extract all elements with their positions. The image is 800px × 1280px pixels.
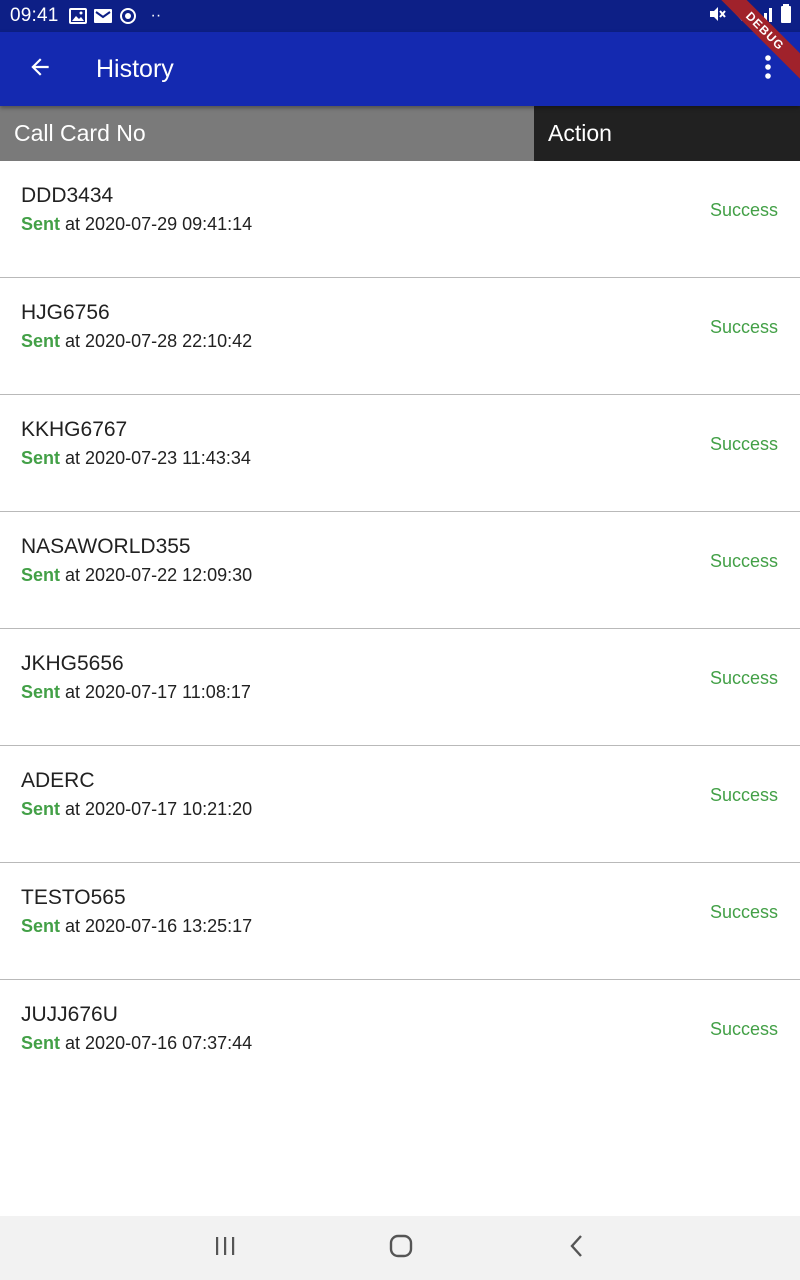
sent-label: Sent	[21, 682, 61, 702]
sent-timestamp: at 2020-07-16 13:25:17	[65, 916, 253, 936]
home-icon	[389, 1234, 413, 1263]
call-card-number: TESTO565	[21, 886, 126, 909]
history-row[interactable]: DDD3434 Sent at 2020-07-29 09:41:14 Succ…	[0, 161, 800, 278]
history-list: DDD3434 Sent at 2020-07-29 09:41:14 Succ…	[0, 161, 800, 1096]
column-header-call-card-no: Call Card No	[0, 106, 534, 161]
sent-timestamp: at 2020-07-17 11:08:17	[65, 682, 251, 702]
app-bar: History	[0, 32, 800, 106]
sent-label: Sent	[21, 565, 61, 585]
sent-timestamp: at 2020-07-29 09:41:14	[65, 214, 253, 234]
history-screen: 09:41 ·· History DEBUG Call Card No Acti…	[0, 0, 800, 1280]
status-text: Success	[709, 434, 778, 454]
sent-label: Sent	[21, 331, 61, 351]
history-row[interactable]: ADERC Sent at 2020-07-17 10:21:20 Succes…	[0, 746, 800, 863]
sent-timestamp: at 2020-07-16 07:37:44	[65, 1033, 253, 1053]
sent-timestamp: at 2020-07-17 10:21:20	[65, 799, 253, 819]
sent-label: Sent	[21, 916, 61, 936]
column-header-action: Action	[534, 106, 800, 161]
recents-icon	[214, 1236, 236, 1261]
back-button[interactable]	[16, 45, 64, 93]
mute-icon	[708, 5, 726, 28]
system-nav-bar	[0, 1216, 800, 1280]
history-row[interactable]: TESTO565 Sent at 2020-07-16 13:25:17 Suc…	[0, 863, 800, 980]
history-row[interactable]: JKHG5656 Sent at 2020-07-17 11:08:17 Suc…	[0, 629, 800, 746]
more-vert-icon	[764, 54, 772, 85]
mail-icon	[93, 8, 113, 24]
history-row[interactable]: HJG6756 Sent at 2020-07-28 22:10:42 Succ…	[0, 278, 800, 395]
status-text: Success	[709, 668, 778, 688]
image-icon	[68, 8, 87, 24]
sent-info: Sent at 2020-07-16 13:25:17	[21, 916, 252, 937]
call-card-number: KKHG6767	[21, 418, 128, 441]
nav-back-button[interactable]	[557, 1232, 597, 1264]
recents-button[interactable]	[205, 1232, 245, 1264]
sync-icon	[119, 7, 137, 25]
sent-label: Sent	[21, 799, 61, 819]
back-icon	[569, 1234, 585, 1263]
sent-label: Sent	[21, 214, 61, 234]
call-card-number: NASAWORLD355	[21, 535, 191, 558]
status-dots: ··	[150, 7, 162, 24]
sent-info: Sent at 2020-07-17 10:21:20	[21, 799, 252, 820]
sent-info: Sent at 2020-07-23 11:43:34	[21, 448, 251, 469]
home-button[interactable]	[381, 1232, 421, 1264]
call-card-number: JUJJ676U	[21, 1003, 118, 1026]
history-row[interactable]: KKHG6767 Sent at 2020-07-23 11:43:34 Suc…	[0, 395, 800, 512]
sent-label: Sent	[21, 1033, 61, 1053]
call-card-number: ADERC	[21, 769, 95, 792]
history-row[interactable]: NASAWORLD355 Sent at 2020-07-22 12:09:30…	[0, 512, 800, 629]
sent-info: Sent at 2020-07-28 22:10:42	[21, 331, 252, 352]
sent-info: Sent at 2020-07-17 11:08:17	[21, 682, 251, 703]
battery-icon	[780, 3, 792, 29]
sent-timestamp: at 2020-07-22 12:09:30	[65, 565, 253, 585]
page-title: History	[96, 55, 174, 83]
status-time: 09:41	[10, 5, 59, 26]
status-icons-left: ··	[68, 7, 162, 25]
sent-timestamp: at 2020-07-28 22:10:42	[65, 331, 253, 351]
status-bar: 09:41 ··	[0, 0, 800, 32]
status-text: Success	[709, 317, 778, 337]
status-text: Success	[709, 785, 778, 805]
call-card-number: HJG6756	[21, 301, 110, 324]
sent-info: Sent at 2020-07-22 12:09:30	[21, 565, 252, 586]
call-card-number: DDD3434	[21, 184, 114, 207]
arrow-back-icon	[27, 54, 53, 85]
sent-label: Sent	[21, 448, 61, 468]
sent-info: Sent at 2020-07-16 07:37:44	[21, 1033, 252, 1054]
status-text: Success	[709, 200, 778, 220]
status-text: Success	[709, 1019, 778, 1039]
sent-info: Sent at 2020-07-29 09:41:14	[21, 214, 252, 235]
status-text: Success	[709, 551, 778, 571]
table-header: Call Card No Action	[0, 106, 800, 161]
history-row[interactable]: JUJJ676U Sent at 2020-07-16 07:37:44 Suc…	[0, 980, 800, 1096]
call-card-number: JKHG5656	[21, 652, 124, 675]
status-text: Success	[709, 902, 778, 922]
sent-timestamp: at 2020-07-23 11:43:34	[65, 448, 251, 468]
